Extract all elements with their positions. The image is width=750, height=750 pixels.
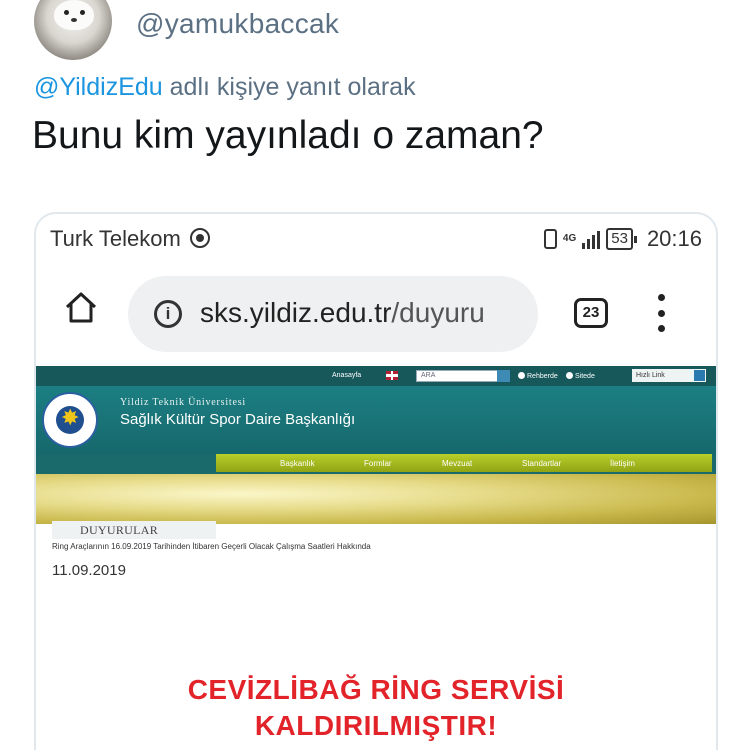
nav-item-mevzuat[interactable]: Mevzuat [442, 459, 472, 468]
user-handle[interactable]: @yamukbaccak [136, 8, 339, 40]
mention-link[interactable]: @YildizEdu [34, 73, 163, 101]
tab-switcher-button[interactable]: 23 [574, 298, 608, 328]
nav-item-iletisim[interactable]: İletişim [610, 459, 635, 468]
info-icon[interactable]: i [154, 300, 182, 328]
clock: 20:16 [646, 226, 702, 251]
url-text: sks.yildiz.edu.tr/duyuru [200, 297, 485, 328]
carrier-name: Turk Telekom [50, 226, 181, 251]
english-flag-icon[interactable] [386, 371, 398, 380]
avatar[interactable] [34, 0, 112, 60]
university-logo-icon[interactable] [42, 392, 98, 448]
university-name: Yildiz Teknik Üniversitesi [120, 397, 247, 408]
quick-link-select[interactable]: Hızlı Link [632, 369, 706, 382]
site-main-nav: Başkanlık Formlar Mevzuat Standartlar İl… [36, 454, 716, 474]
reply-label: adlı kişiye yanıt olarak [169, 73, 416, 101]
site-header: Yildiz Teknik Üniversitesi Sağlık Kültür… [36, 386, 716, 454]
search-icon[interactable] [497, 370, 510, 382]
announcement-headline: CEVİZLİBAĞ RİNG SERVİSİ KALDIRILMIŞTIR! [187, 674, 565, 741]
vibrate-icon [543, 229, 557, 249]
address-bar[interactable]: i sks.yildiz.edu.tr/duyuru [128, 276, 538, 352]
phone-status-bar: Turk Telekom 4G 53 20:16 [36, 214, 716, 262]
site-top-nav: Anasayfa ARA Rehberde Sitede Hızlı Link [36, 366, 716, 386]
web-page: Anasayfa ARA Rehberde Sitede Hızlı Link … [36, 366, 716, 750]
radio-rehberde[interactable] [518, 372, 525, 379]
announcement-title[interactable]: Ring Araçlarının 16.09.2019 Tarihinden İ… [52, 542, 371, 551]
site-banner [36, 474, 716, 524]
nav-item-standartlar[interactable]: Standartlar [522, 459, 561, 468]
signal-icon [582, 229, 601, 249]
tweet-card: @yamukbaccak @YildizEdu adlı kişiye yanı… [0, 0, 750, 750]
nav-item-baskanlik[interactable]: Başkanlık [280, 459, 315, 468]
radio-sitede[interactable] [566, 372, 573, 379]
network-type: 4G [562, 233, 577, 244]
section-title: DUYURULAR [52, 521, 216, 539]
whatsapp-icon [190, 228, 210, 248]
tweet-text: Bunu kim yayınladı o zaman? [32, 114, 544, 157]
browser-toolbar: i sks.yildiz.edu.tr/duyuru 23 [36, 272, 716, 352]
radio-label-rehberde: Rehberde [527, 373, 558, 380]
home-icon[interactable] [64, 290, 98, 324]
dog-image [54, 0, 94, 30]
attached-screenshot[interactable]: Turk Telekom 4G 53 20:16 i sks.yildiz.ed… [34, 212, 718, 750]
department-name: Sağlık Kültür Spor Daire Başkanlığı [120, 411, 356, 428]
nav-item-formlar[interactable]: Formlar [364, 459, 392, 468]
site-search-input[interactable]: ARA [416, 370, 510, 382]
battery-icon: 53 [606, 228, 637, 250]
more-menu-icon[interactable] [656, 294, 666, 332]
reply-context: @YildizEdu adlı kişiye yanıt olarak [34, 73, 416, 102]
announcement-date: 11.09.2019 [52, 562, 126, 579]
home-link[interactable]: Anasayfa [332, 372, 361, 379]
radio-label-sitede: Sitede [575, 373, 595, 380]
